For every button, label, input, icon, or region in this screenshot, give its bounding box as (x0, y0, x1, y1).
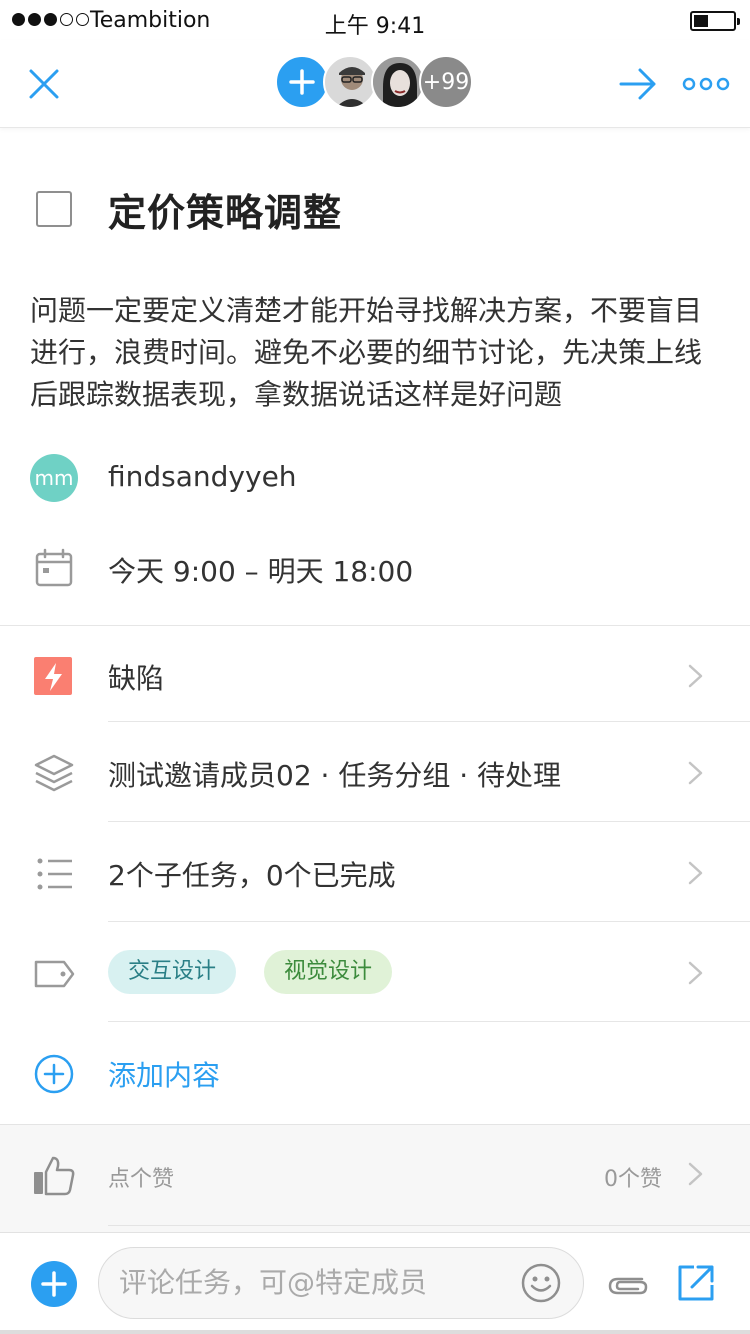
thumbs-up-icon[interactable] (32, 1153, 76, 1197)
tag-chip[interactable]: 交互设计 (108, 950, 237, 994)
comment-add-button[interactable] (31, 1261, 77, 1307)
project-path-row[interactable]: 测试邀请成员02 · 任务分组 · 待处理 (0, 722, 750, 822)
add-content-row[interactable]: 添加内容 (0, 1022, 750, 1122)
subtasks-row[interactable]: 2个子任务，0个已完成 (0, 822, 750, 922)
chevron-right-icon (686, 760, 706, 786)
tags-row[interactable]: 交互设计 视觉设计 (0, 922, 750, 1022)
chevron-right-icon (686, 860, 706, 886)
close-icon (29, 69, 59, 99)
subtasks-label: 2个子任务，0个已完成 (108, 859, 396, 892)
like-count: 0个赞 (604, 1167, 662, 1192)
plus-icon (41, 1271, 67, 1297)
task-complete-checkbox[interactable] (36, 191, 72, 227)
forward-button[interactable] (618, 66, 658, 102)
member-avatar[interactable] (371, 55, 425, 109)
external-link-icon (678, 1265, 714, 1301)
divider (108, 1225, 750, 1226)
paperclip-icon (608, 1277, 648, 1295)
nav-bar: +99 (0, 40, 750, 128)
attachment-button[interactable] (606, 1265, 650, 1301)
tag-chip[interactable]: 视觉设计 (264, 950, 393, 994)
chevron-right-icon (686, 960, 706, 986)
add-circle-icon (32, 1052, 76, 1096)
like-label: 点个赞 (108, 1167, 175, 1192)
member-avatars[interactable]: +99 (275, 55, 473, 109)
battery-icon (690, 11, 740, 31)
more-members-count[interactable]: +99 (419, 55, 473, 109)
person-icon (373, 57, 423, 107)
calendar-icon (34, 548, 74, 588)
likes-section[interactable]: 点个赞 0个赞 (0, 1124, 750, 1232)
more-options-button[interactable] (682, 76, 730, 92)
member-avatar[interactable] (323, 55, 377, 109)
add-content-label: 添加内容 (108, 1059, 221, 1092)
layers-icon (32, 752, 76, 796)
task-title[interactable]: 定价策略调整 (108, 182, 342, 237)
task-date-range[interactable]: 今天 9:00 – 明天 18:00 (108, 550, 413, 590)
person-icon (336, 67, 368, 107)
executor-avatar[interactable]: mm (30, 454, 78, 502)
status-bar: Teambition 上午 9:41 (0, 0, 750, 40)
share-button[interactable] (676, 1263, 716, 1303)
more-horizontal-icon (682, 77, 730, 91)
bottom-edge (0, 1330, 750, 1334)
status-time: 上午 9:41 (324, 14, 426, 39)
tag-icon (32, 952, 76, 996)
plus-icon (289, 69, 315, 95)
comment-bar: 评论任务，可@特定成员 (0, 1232, 750, 1334)
close-button[interactable] (26, 66, 62, 102)
arrow-right-icon (619, 68, 656, 100)
emoji-button[interactable] (520, 1262, 562, 1304)
list-icon (32, 852, 76, 896)
bug-type-icon (32, 655, 76, 699)
task-description[interactable]: 问题一定要定义清楚才能开始寻找解决方案，不要盲目进行，浪费时间。避免不必要的细节… (30, 290, 722, 416)
task-type-row[interactable]: 缺陷 (0, 625, 750, 725)
chevron-right-icon (686, 1161, 706, 1187)
emoji-icon (521, 1263, 561, 1303)
executor-name[interactable]: findsandyyeh (108, 460, 297, 493)
chevron-right-icon (686, 663, 706, 689)
task-type-label: 缺陷 (108, 662, 165, 695)
comment-input[interactable]: 评论任务，可@特定成员 (98, 1247, 584, 1319)
project-path-label: 测试邀请成员02 · 任务分组 · 待处理 (108, 759, 562, 792)
add-member-button[interactable] (275, 55, 329, 109)
